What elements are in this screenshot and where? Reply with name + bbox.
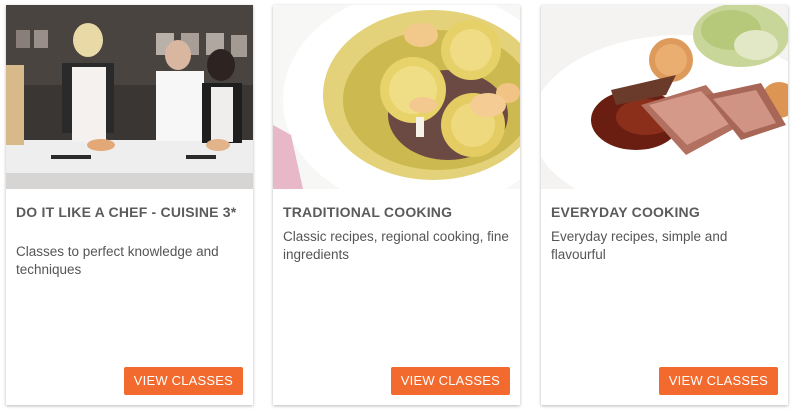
- card-description: Classes to perfect knowledge and techniq…: [16, 244, 219, 277]
- class-card-do-it-like-a-chef: DO IT LIKE A CHEF - CUISINE 3* Classes t…: [6, 5, 253, 405]
- card-title: EVERYDAY COOKING: [551, 204, 700, 220]
- class-card-everyday-cooking: EVERYDAY COOKING Everyday recipes, simpl…: [541, 5, 788, 405]
- view-classes-button[interactable]: VIEW CLASSES: [390, 367, 510, 395]
- chefs-cooking-class-photo[interactable]: [6, 5, 253, 189]
- card-description: Classic recipes, regional cooking, fine …: [283, 229, 509, 262]
- ravioli-dish-photo[interactable]: [273, 5, 520, 189]
- view-classes-button[interactable]: VIEW CLASSES: [658, 367, 778, 395]
- view-classes-button[interactable]: VIEW CLASSES: [123, 367, 243, 395]
- meat-plate-dish-photo[interactable]: [541, 5, 788, 189]
- card-description: Everyday recipes, simple and flavourful: [551, 229, 728, 262]
- class-card-traditional-cooking: TRADITIONAL COOKING Classic recipes, reg…: [273, 5, 520, 405]
- card-title: DO IT LIKE A CHEF - CUISINE 3*: [16, 204, 237, 220]
- card-title: TRADITIONAL COOKING: [283, 204, 453, 220]
